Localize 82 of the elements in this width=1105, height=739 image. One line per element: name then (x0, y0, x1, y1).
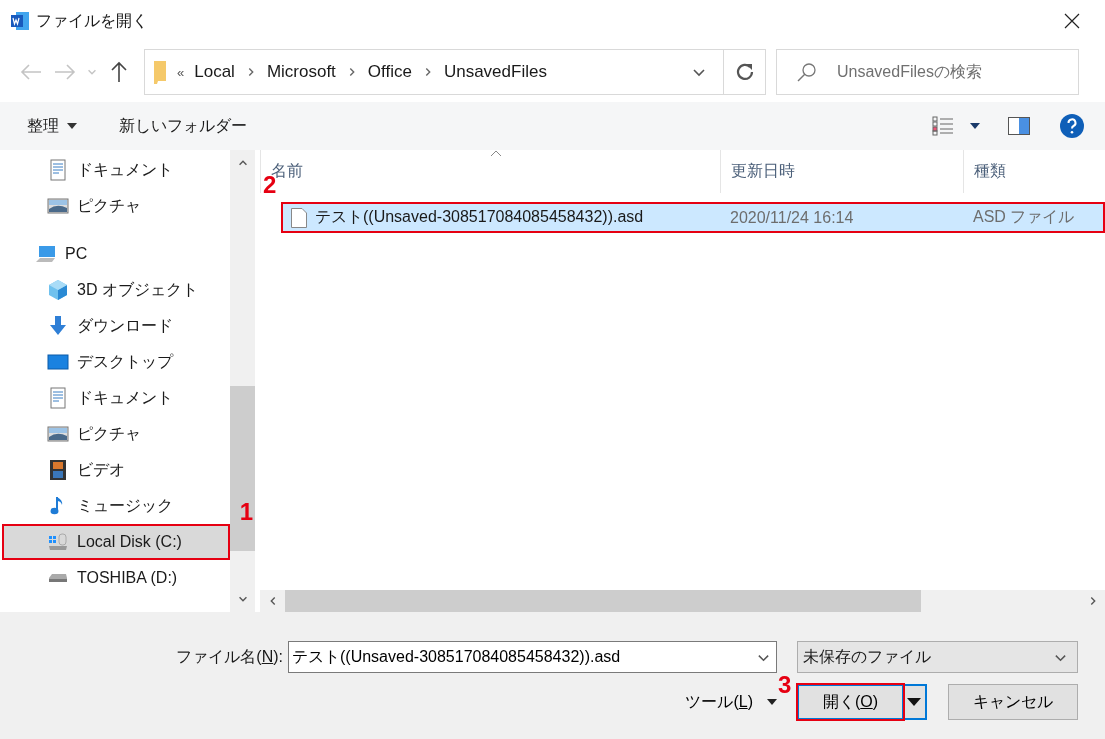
tools-button[interactable]: ツール(L) (685, 691, 777, 713)
document-icon (47, 387, 69, 409)
breadcrumb[interactable]: Office (367, 62, 412, 82)
details-view-icon (932, 116, 954, 136)
up-arrow-icon (110, 61, 128, 83)
sidebar-item[interactable]: ドキュメント (2, 152, 230, 188)
computer-icon (35, 243, 57, 265)
search-field[interactable]: UnsavedFilesの検索 (835, 62, 1078, 82)
breadcrumb[interactable]: Local (194, 62, 235, 82)
caret-icon (970, 123, 980, 129)
breadcrumb[interactable]: UnsavedFiles (443, 62, 547, 82)
sidebar-item[interactable]: 3D オブジェクト (2, 272, 230, 308)
desktop-icon (47, 351, 69, 373)
file-name-label: ファイル名(N): (176, 647, 283, 665)
file-name-field[interactable]: テスト((Unsaved-308517084085458432)).asd (292, 648, 757, 666)
sidebar-item[interactable]: ピクチャ (2, 188, 230, 224)
scrollbar-thumb[interactable] (230, 386, 255, 551)
sidebar-item[interactable]: ドキュメント (2, 380, 230, 416)
window-title: ファイルを開く (36, 10, 149, 31)
folder-icon (153, 59, 167, 85)
step-number: 3 (778, 673, 792, 697)
column-header[interactable]: 更新日時 (720, 150, 963, 193)
sidebar-item[interactable]: ピクチャ (2, 416, 230, 452)
sidebar-item-label: ドキュメント (77, 387, 173, 408)
horizontal-scrollbar[interactable] (260, 590, 1105, 612)
drive-icon (47, 573, 69, 583)
vertical-scrollbar[interactable] (230, 150, 255, 612)
sidebar-item-label: ドキュメント (77, 159, 173, 180)
sidebar-item[interactable]: デスクトップ (2, 344, 230, 380)
cancel-button[interactable]: キャンセル (948, 684, 1078, 720)
sidebar-item[interactable]: ミュージック (2, 488, 230, 524)
picture-icon (47, 423, 69, 445)
close-icon (1064, 13, 1080, 29)
open-options-button[interactable] (903, 686, 925, 718)
system-drive-icon (47, 531, 69, 553)
sidebar-item-label: デスクトップ (77, 351, 173, 372)
organize-button[interactable]: 整理 (27, 115, 77, 137)
scrollbar-thumb[interactable] (285, 590, 921, 612)
file-name-combo[interactable]: テスト((Unsaved-308517084085458432)).asd (288, 641, 777, 673)
step-number: 1 (239, 500, 253, 524)
sidebar-item[interactable]: PC (2, 236, 230, 272)
search-icon (797, 62, 817, 82)
overflow-chevron[interactable]: « (177, 64, 185, 80)
sidebar-item-label: ピクチャ (77, 423, 141, 444)
search-box[interactable]: UnsavedFilesの検索 (776, 49, 1079, 95)
preview-pane-icon (1008, 117, 1030, 135)
file-icon (291, 207, 307, 228)
sidebar-item-label: ダウンロード (77, 315, 173, 336)
sidebar-item[interactable]: ダウンロード (2, 308, 230, 344)
sidebar-item-label: PC (65, 245, 88, 263)
cube-icon (47, 279, 69, 301)
forward-arrow-icon (54, 64, 76, 80)
picture-icon (47, 195, 69, 217)
caret-icon (767, 699, 777, 705)
sidebar-item[interactable]: TOSHIBA (D:) (2, 560, 230, 596)
breadcrumb[interactable]: Microsoft (266, 62, 336, 82)
file-name: テスト((Unsaved-308517084085458432)).asd (281, 207, 720, 228)
file-type-dropdown[interactable]: 未保存のファイル (797, 641, 1078, 673)
back-arrow-icon (20, 64, 42, 80)
film-icon (47, 459, 69, 481)
sidebar-item-label: ピクチャ (77, 195, 141, 216)
caret-icon (67, 123, 77, 129)
sidebar-item-label: Local Disk (C:) (77, 533, 182, 551)
file-type: ASD ファイル (972, 207, 1076, 227)
sort-ascending-icon (490, 150, 502, 157)
down-arrow-icon (47, 315, 69, 337)
sidebar-item-label: ミュージック (77, 495, 173, 516)
document-icon (47, 159, 69, 181)
sidebar-item-label: ビデオ (77, 459, 125, 480)
caret-icon (907, 698, 921, 706)
refresh-icon (735, 63, 754, 81)
modified-date: 2020/11/24 16:14 (729, 208, 855, 227)
help-icon (1060, 114, 1084, 138)
sidebar-item-label: 3D オブジェクト (77, 279, 198, 300)
file-row[interactable]: テスト((Unsaved-308517084085458432)).asd 2020/11/24 16:14 ASD ファイル (281, 202, 1105, 233)
address-bar[interactable]: « Local Microsoft Office UnsavedFiles (144, 49, 766, 95)
new-folder-button[interactable]: 新しいフォルダー (119, 115, 247, 137)
column-header[interactable]: 種類 (963, 150, 1105, 193)
sidebar-item-label: TOSHIBA (D:) (77, 569, 178, 587)
sidebar-item[interactable]: ビデオ (2, 452, 230, 488)
word-logo-icon (10, 11, 30, 31)
sidebar-item[interactable]: Local Disk (C:) (2, 524, 230, 560)
